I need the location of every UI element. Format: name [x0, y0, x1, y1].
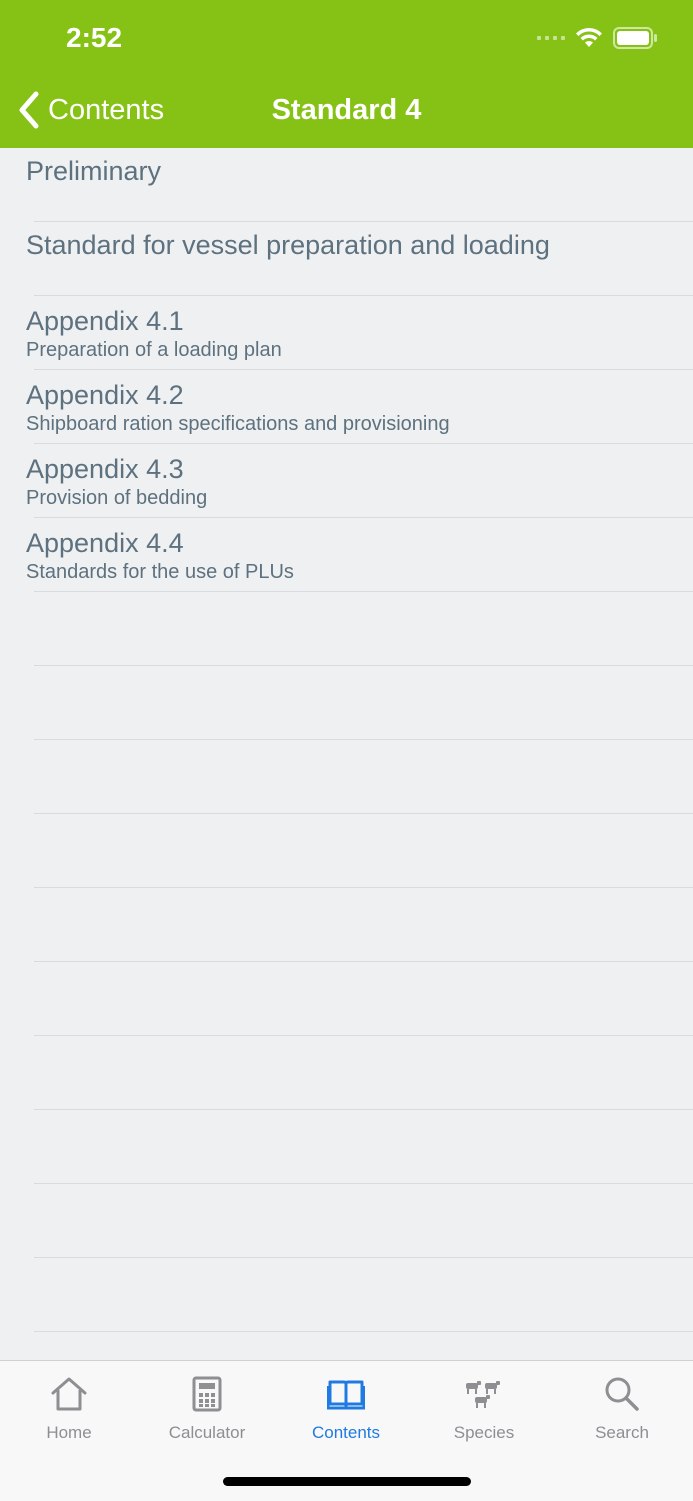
tab-home[interactable]: Home	[0, 1361, 138, 1457]
tab-contents[interactable]: Contents	[277, 1361, 415, 1457]
list-item-appendix-4-2[interactable]: Appendix 4.2 Shipboard ration specificat…	[26, 370, 693, 444]
list-item-title: Standard for vessel preparation and load…	[26, 230, 550, 260]
tab-label: Contents	[311, 1423, 381, 1442]
empty-row	[34, 814, 693, 888]
status-time: 2:52	[66, 22, 123, 53]
empty-row	[34, 666, 693, 740]
list-item-title: Appendix 4.2	[26, 380, 184, 410]
empty-row	[34, 1184, 693, 1258]
list-item-appendix-4-1[interactable]: Appendix 4.1 Preparation of a loading pl…	[26, 296, 693, 370]
list-item-title: Appendix 4.3	[26, 454, 184, 484]
list-item-standard[interactable]: Standard for vessel preparation and load…	[26, 222, 693, 296]
tab-calculator[interactable]: Calculator	[138, 1361, 276, 1457]
tab-search[interactable]: Search	[553, 1361, 691, 1457]
book-icon	[326, 1375, 366, 1413]
empty-row	[34, 1036, 693, 1110]
empty-row	[34, 1110, 693, 1184]
contents-list: Preliminary Standard for vessel preparat…	[0, 148, 693, 1360]
battery-icon	[613, 27, 657, 49]
list-item-title: Preliminary	[26, 156, 162, 186]
tab-species[interactable]: Species	[415, 1361, 553, 1457]
status-icons	[537, 24, 657, 52]
list-item-title: Appendix 4.1	[26, 306, 184, 336]
list-item-preliminary[interactable]: Preliminary	[26, 148, 693, 222]
list-item-title: Appendix 4.4	[26, 528, 184, 558]
empty-row	[34, 1258, 693, 1332]
calculator-icon	[187, 1375, 227, 1413]
empty-row	[34, 962, 693, 1036]
page-title: Standard 4	[271, 94, 422, 126]
list-item-appendix-4-3[interactable]: Appendix 4.3 Provision of bedding	[26, 444, 693, 518]
list-item-subtitle: Preparation of a loading plan	[26, 339, 282, 361]
tab-label: Calculator	[168, 1423, 246, 1442]
cellular-signal-icon	[537, 36, 565, 40]
search-icon	[602, 1375, 642, 1413]
list-item-subtitle: Provision of bedding	[26, 487, 208, 509]
empty-row	[34, 1332, 693, 1360]
list-item-subtitle: Standards for the use of PLUs	[26, 561, 294, 583]
tab-label: Species	[453, 1423, 515, 1442]
home-icon	[49, 1375, 89, 1413]
empty-row	[34, 740, 693, 814]
empty-row	[34, 888, 693, 962]
navigation-header: 2:52 Contents Standard 4	[0, 0, 693, 148]
tab-label: Home	[46, 1423, 92, 1442]
tab-label: Search	[595, 1423, 649, 1442]
home-indicator	[223, 1477, 471, 1486]
wifi-icon	[576, 27, 602, 47]
list-item-appendix-4-4[interactable]: Appendix 4.4 Standards for the use of PL…	[26, 518, 693, 592]
livestock-icon	[464, 1375, 504, 1413]
list-item-subtitle: Shipboard ration specifications and prov…	[26, 413, 450, 435]
empty-row	[34, 592, 693, 666]
